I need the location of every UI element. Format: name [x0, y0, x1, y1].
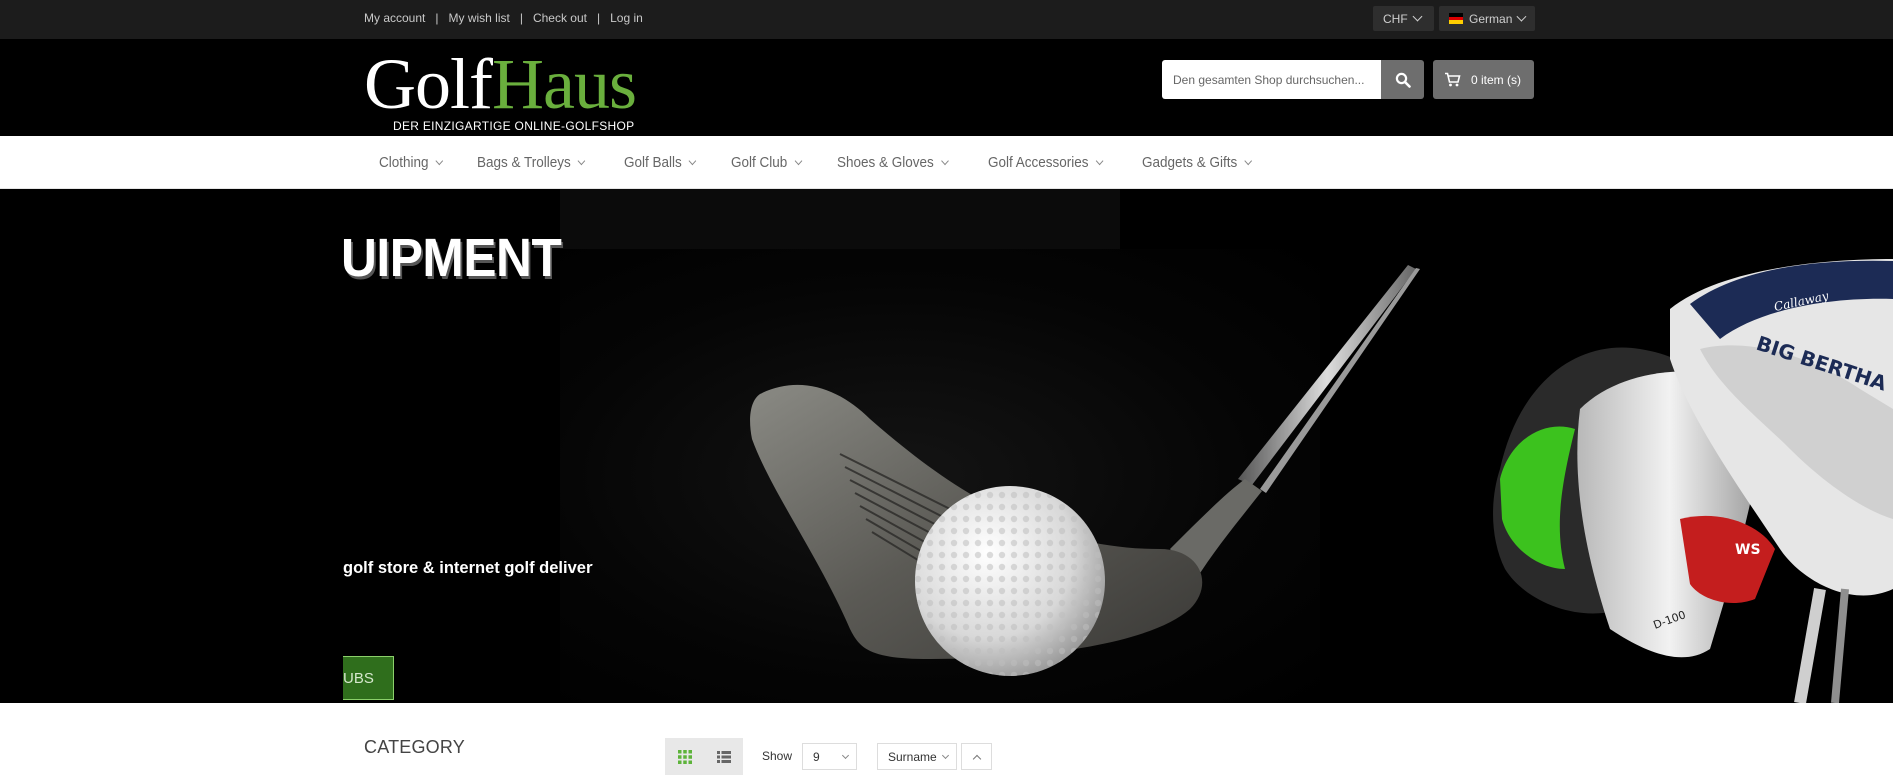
chevron-down-icon	[941, 751, 950, 760]
chevron-down-icon	[435, 156, 444, 165]
login-link[interactable]: Log in	[610, 11, 643, 25]
chevron-down-icon	[1516, 11, 1527, 22]
list-icon	[716, 750, 731, 763]
separator: |	[435, 11, 439, 25]
nav-item-bags-trolleys[interactable]: Bags & Trolleys	[477, 154, 586, 171]
logo-part-golf: Golf	[364, 44, 493, 124]
top-bar: My account | My wish list | Check out | …	[0, 0, 1893, 39]
category-title: CATEGORY	[364, 737, 465, 757]
golf-equipment-illustration: Callaway BIG BERTHA WS D-100	[750, 259, 1893, 703]
chevron-down-icon	[841, 751, 850, 760]
banner-headline: UIPMENT	[341, 228, 562, 288]
nav-item-shoes-gloves[interactable]: Shoes & Gloves	[837, 154, 949, 171]
banner-cta-button[interactable]: UBS	[343, 656, 394, 700]
nav-label: Bags & Trolleys	[477, 154, 571, 171]
items-per-page-select[interactable]: 9	[802, 743, 857, 770]
language-value: German	[1469, 11, 1513, 26]
search-icon	[1395, 72, 1411, 88]
chevron-down-icon	[1412, 11, 1423, 22]
currency-dropdown[interactable]: CHF	[1373, 6, 1434, 31]
logo-part-haus: Haus	[491, 44, 637, 124]
list-view-button[interactable]	[704, 738, 743, 775]
chevron-down-icon	[1244, 156, 1253, 165]
account-links: My account | My wish list | Check out | …	[364, 11, 643, 25]
grid-view-button[interactable]	[665, 738, 704, 775]
site-header: GolfHaus DER EINZIGARTIGE ONLINE-GOLFSHO…	[0, 39, 1893, 136]
nav-item-golf-balls[interactable]: Golf Balls	[624, 154, 697, 171]
sort-by-value: Surname	[888, 749, 937, 764]
currency-value: CHF	[1383, 11, 1408, 26]
nav-item-golf-accessories[interactable]: Golf Accessories	[987, 154, 1103, 171]
club-logo-text: WS	[1735, 542, 1761, 558]
chevron-down-icon	[577, 156, 586, 165]
wish-list-link[interactable]: My wish list	[448, 11, 509, 25]
checkout-link[interactable]: Check out	[533, 11, 587, 25]
sort-direction-button[interactable]	[961, 743, 992, 770]
show-label: Show	[762, 749, 793, 763]
items-per-page-value: 9	[813, 749, 820, 764]
logo-tagline: DER EINZIGARTIGE ONLINE-GOLFSHOP	[393, 119, 635, 133]
nav-label: Shoes & Gloves	[837, 154, 934, 171]
nav-label: Golf Balls	[624, 154, 683, 171]
search-input[interactable]	[1162, 60, 1381, 99]
nav-item-golf-club[interactable]: Golf Club	[731, 154, 803, 171]
banner-subline: golf store & internet golf delivery!	[343, 559, 593, 577]
nav-label: Golf Club	[731, 154, 788, 171]
chevron-down-icon	[689, 156, 697, 165]
nav-label: Clothing	[379, 154, 429, 171]
sort-by-select[interactable]: Surname	[877, 743, 957, 770]
separator: |	[519, 11, 523, 25]
separator: |	[596, 11, 601, 25]
search-button[interactable]	[1381, 60, 1424, 99]
nav-label: Gadgets & Gifts	[1142, 154, 1238, 171]
grid-icon	[677, 749, 692, 764]
cart-count: 0 item (s)	[1471, 72, 1522, 87]
cart-button[interactable]: 0 item (s)	[1433, 60, 1534, 99]
hero-banner[interactable]: Callaway BIG BERTHA WS D-100 UIPMENT gol…	[0, 189, 1893, 703]
my-account-link[interactable]: My account	[364, 11, 425, 25]
language-dropdown[interactable]: German	[1439, 6, 1535, 31]
nav-label: Golf Accessories	[987, 154, 1089, 171]
cart-icon	[1445, 72, 1461, 87]
chevron-down-icon	[794, 156, 803, 165]
german-flag-icon	[1449, 13, 1464, 24]
site-logo[interactable]: GolfHaus	[364, 48, 637, 120]
nav-item-clothing[interactable]: Clothing	[379, 154, 444, 171]
chevron-up-icon	[972, 754, 981, 763]
main-navigation: Clothing Bags & Trolleys Golf Balls Golf…	[0, 136, 1893, 189]
chevron-down-icon	[940, 156, 949, 165]
nav-item-gadgets-gifts[interactable]: Gadgets & Gifts	[1142, 154, 1253, 171]
chevron-down-icon	[1095, 156, 1103, 165]
